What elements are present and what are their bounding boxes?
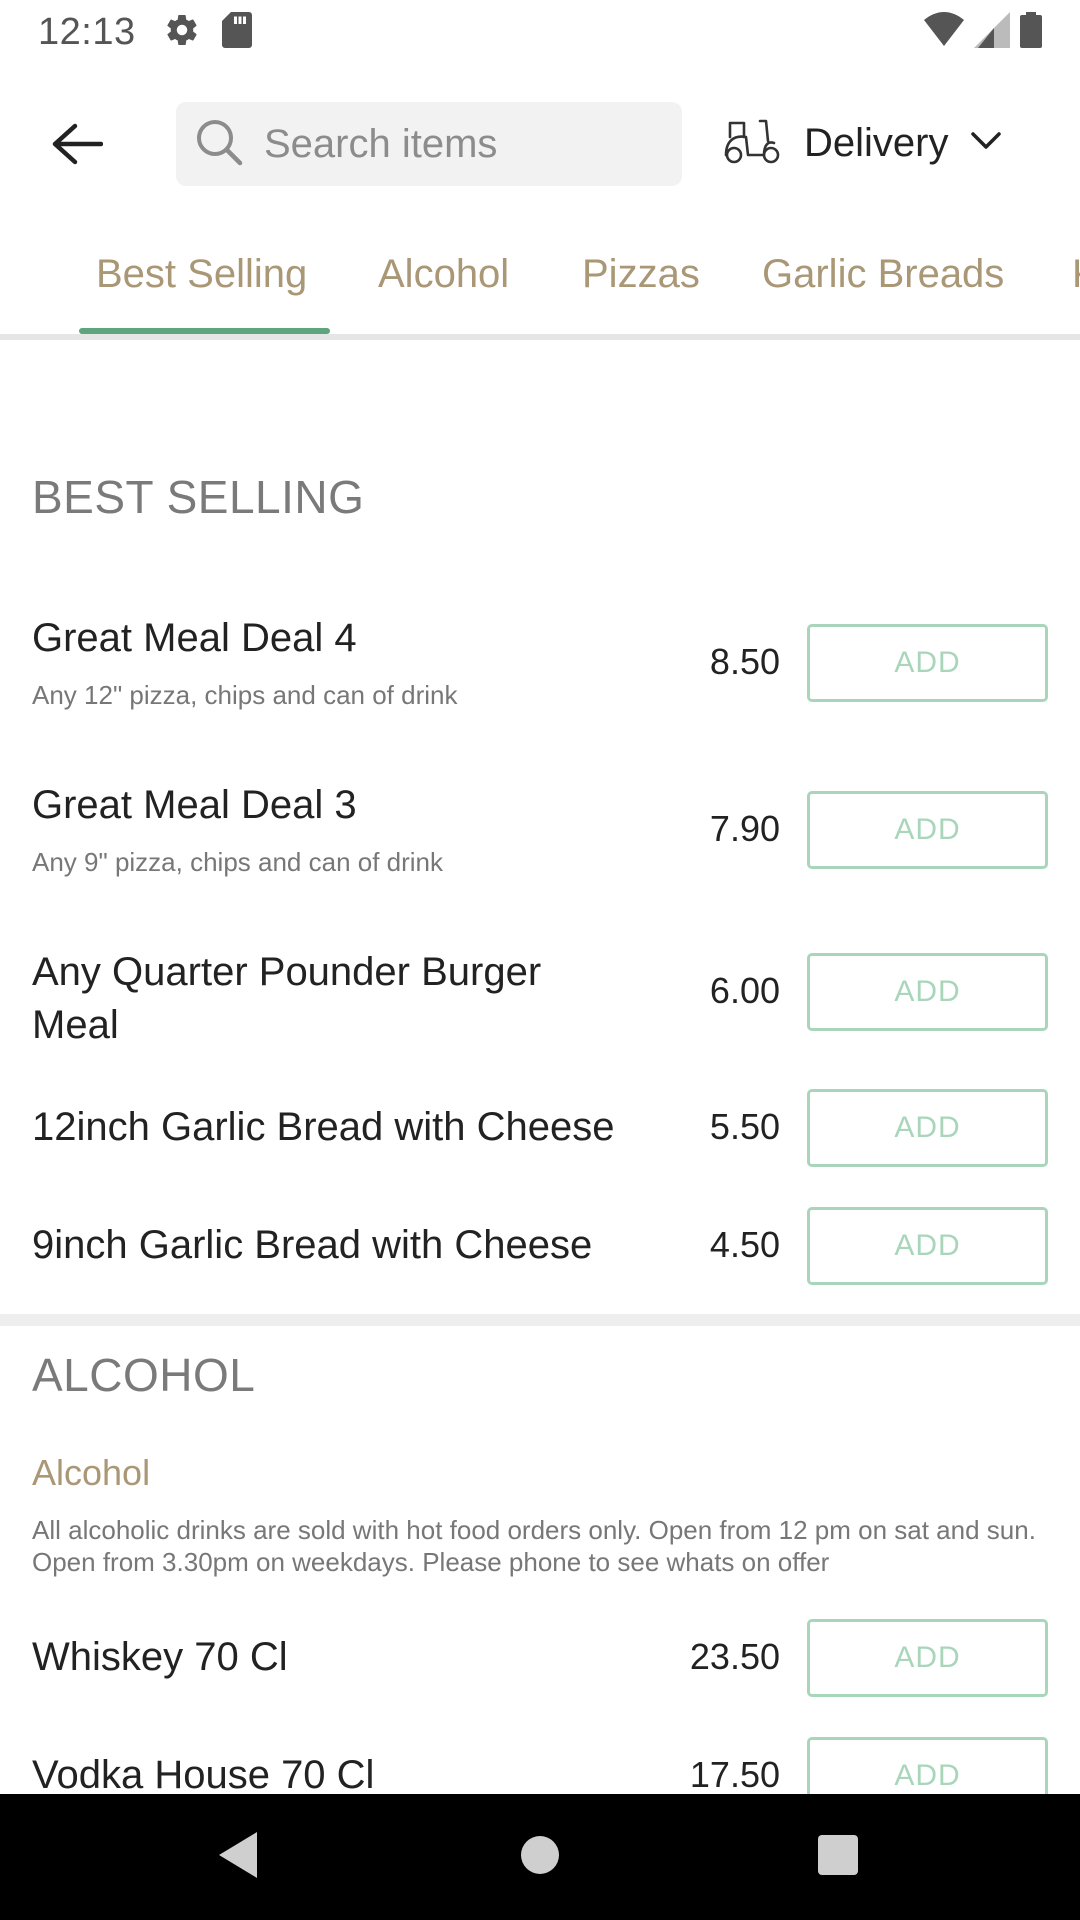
delivery-selector[interactable]: Delivery <box>722 100 1002 186</box>
item-name: Any Quarter Pounder Burger Meal <box>32 950 542 1047</box>
back-button[interactable] <box>40 109 114 183</box>
subcategory-description: All alcoholic drinks are sold with hot f… <box>32 1515 1036 1577</box>
battery-icon <box>1020 12 1042 53</box>
status-bar: 12:13 <box>0 0 1080 64</box>
circle-home-icon <box>519 1834 561 1881</box>
nav-home-button[interactable] <box>507 1824 573 1890</box>
item-name: 12inch Garlic Bread with Cheese <box>32 1105 615 1149</box>
item-name: Great Meal Deal 3 <box>32 783 357 827</box>
nav-recents-button[interactable] <box>805 1824 871 1890</box>
item-name: Great Meal Deal 4 <box>32 616 357 660</box>
item-price: 17.50 <box>689 1754 780 1795</box>
search-icon <box>194 117 244 172</box>
add-button[interactable]: ADD <box>807 1207 1048 1285</box>
triangle-back-icon <box>217 1830 261 1885</box>
add-button[interactable]: ADD <box>807 1619 1048 1697</box>
square-recents-icon <box>817 1834 859 1881</box>
item-price: 8.50 <box>709 641 780 682</box>
cell-signal-icon <box>974 12 1010 53</box>
settings-gear-icon <box>164 12 200 53</box>
wifi-icon <box>924 12 964 53</box>
sd-card-icon <box>221 11 252 53</box>
active-tab-indicator <box>79 328 330 334</box>
search-input[interactable] <box>264 121 664 167</box>
category-tabs: Best Selling Alcohol Pizzas Garlic Bread… <box>0 236 1080 340</box>
section-title-alcohol: ALCOHOL <box>32 1349 256 1401</box>
back-arrow-icon <box>51 122 104 171</box>
tab-next-partial[interactable]: K <box>1072 252 1080 297</box>
item-price: 7.90 <box>709 808 780 849</box>
add-button[interactable]: ADD <box>807 1089 1048 1167</box>
item-price: 23.50 <box>689 1636 780 1677</box>
subcategory-title: Alcohol <box>32 1452 151 1493</box>
app-bar: Delivery <box>0 64 1080 220</box>
chevron-down-icon <box>970 131 1002 156</box>
add-button[interactable]: ADD <box>807 953 1048 1031</box>
scooter-icon <box>722 117 782 170</box>
item-price: 5.50 <box>709 1106 780 1147</box>
add-button[interactable]: ADD <box>807 791 1048 869</box>
status-time: 12:13 <box>38 10 136 53</box>
tab-best-selling[interactable]: Best Selling <box>96 252 307 297</box>
add-button[interactable]: ADD <box>807 624 1048 702</box>
section-divider <box>0 1314 1080 1326</box>
item-name: Whiskey 70 Cl <box>32 1635 288 1679</box>
tab-pizzas[interactable]: Pizzas <box>582 252 700 297</box>
item-description: Any 9" pizza, chips and can of drink <box>32 847 444 877</box>
system-navigation-bar <box>0 1794 1080 1920</box>
nav-back-button[interactable] <box>206 1824 272 1890</box>
search-bar[interactable] <box>176 102 682 186</box>
item-price: 4.50 <box>709 1224 780 1265</box>
item-price: 6.00 <box>709 970 780 1011</box>
item-description: Any 12" pizza, chips and can of drink <box>32 680 458 710</box>
item-name: 9inch Garlic Bread with Cheese <box>32 1223 593 1267</box>
section-title-best-selling: BEST SELLING <box>32 471 365 523</box>
delivery-label: Delivery <box>804 120 949 165</box>
tab-garlic-breads[interactable]: Garlic Breads <box>762 252 1004 297</box>
tab-alcohol[interactable]: Alcohol <box>378 252 509 297</box>
